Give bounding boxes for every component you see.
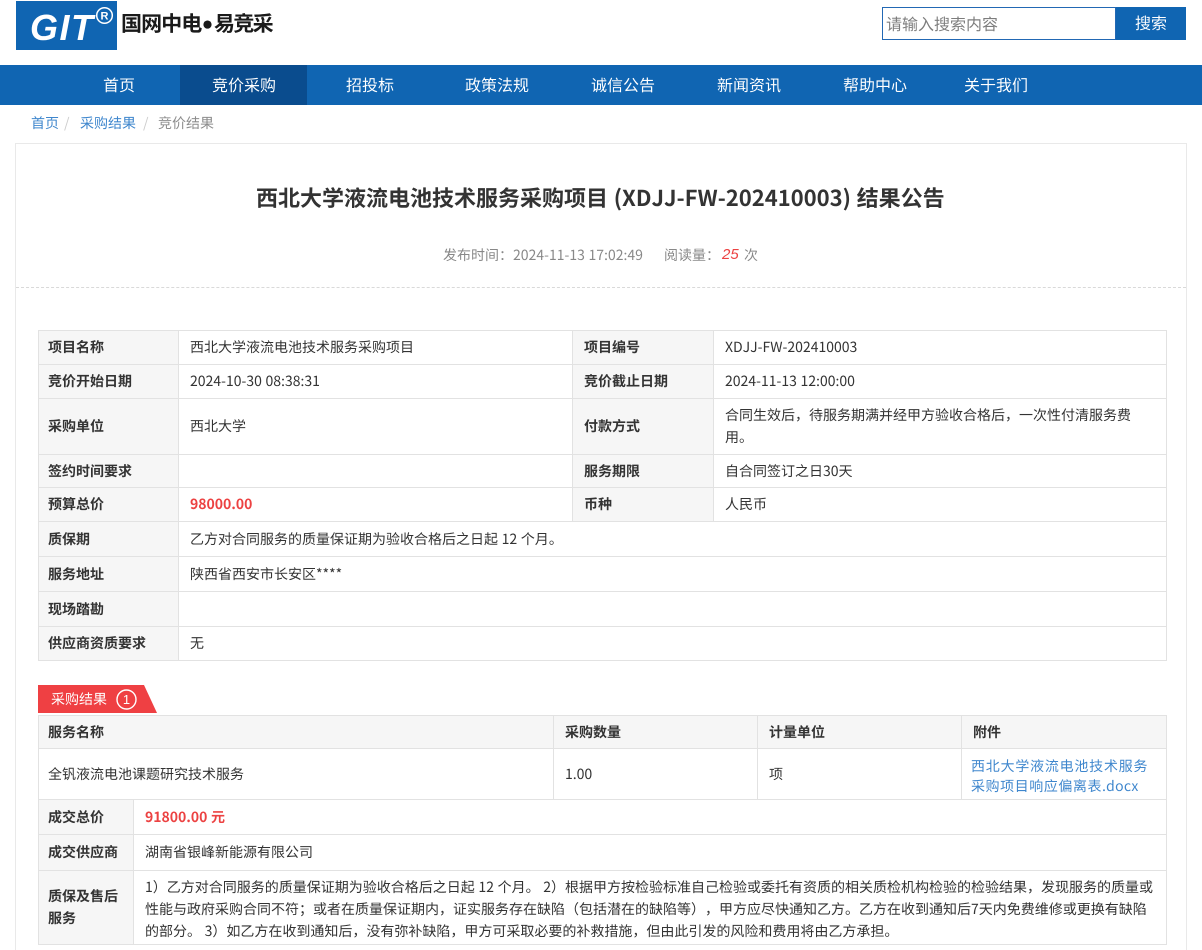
svg-text:GIT: GIT: [30, 7, 96, 48]
svg-text:1: 1: [123, 692, 130, 707]
svg-text:R: R: [101, 11, 109, 23]
